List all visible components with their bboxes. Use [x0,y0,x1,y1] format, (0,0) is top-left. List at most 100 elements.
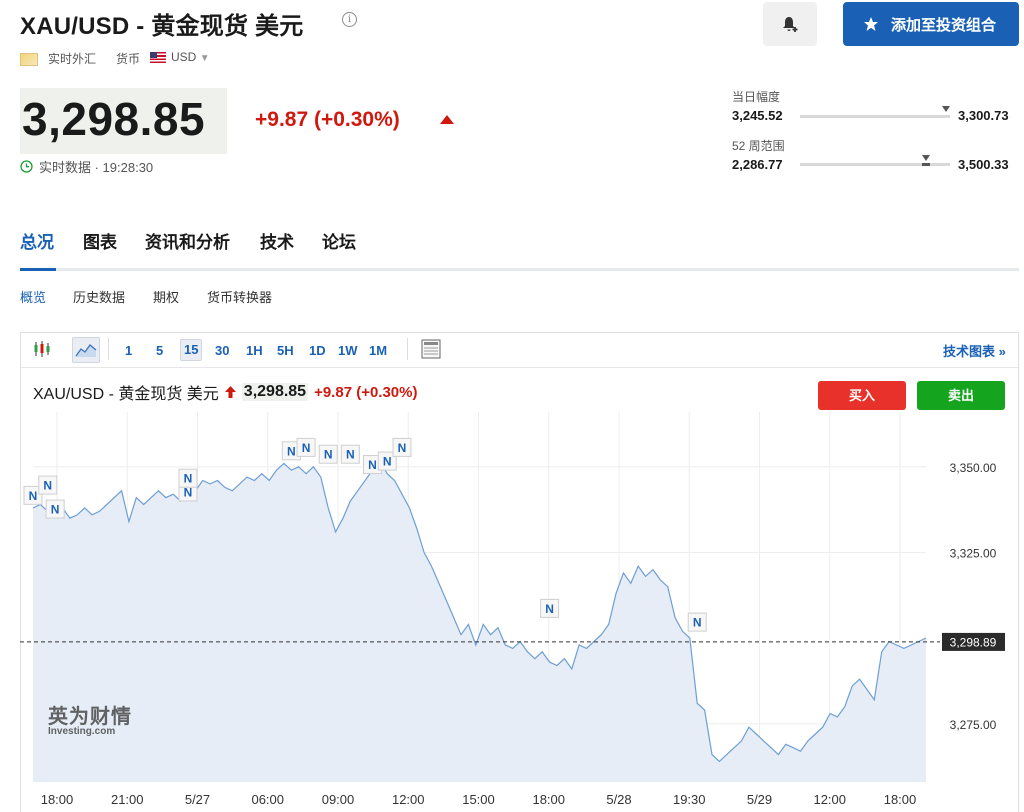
realtime-text: 实时数据 · 19:28:30 [39,160,154,175]
subnav-overview[interactable]: 概览 [20,287,46,306]
tab-news-analysis[interactable]: 资讯和分析 [145,228,230,253]
us-flag-icon [150,52,166,63]
tab-overview[interactable]: 总况 [20,228,54,253]
timeframe-1[interactable]: 1 [122,341,135,361]
add-to-portfolio-button[interactable]: 添加至投资组合 [843,2,1019,46]
day-range-fill [800,115,946,118]
watermark-cn: 英为财情 [48,706,132,728]
news-marker-label: N [693,616,702,630]
up-arrow-icon [440,115,454,124]
timeframe-15[interactable]: 15 [180,339,203,361]
news-marker-label: N [324,448,333,462]
x-tick-label: 21:00 [111,792,144,807]
market-flag-icon [20,53,38,66]
add-to-portfolio-label: 添加至投资组合 [891,16,997,34]
day-range-high: 3,300.73 [958,108,1009,123]
tab-forum[interactable]: 论坛 [322,228,356,253]
week52-range-bar [800,155,950,166]
page-title: XAU/USD - 黄金现货 美元 [20,13,304,40]
currency-value: USD [171,50,197,64]
x-tick-label: 19:30 [673,792,706,807]
tab-active-indicator [20,268,56,271]
week52-range-marker [922,155,930,161]
chevron-down-icon: ▼ [199,53,210,64]
week52-range-label: 52 周范围 [732,139,785,153]
realtime-status: 实时数据 · 19:28:30 [20,157,153,176]
x-tick-label: 5/29 [747,792,772,807]
last-price: 3,298.85 [22,93,206,145]
chart-change: +9.87 (+0.30%) [314,383,418,401]
tab-technical[interactable]: 技术 [260,228,294,253]
watermark-en: Investing.com [48,726,116,737]
day-range-marker [941,106,950,112]
x-tick-label: 5/27 [185,792,210,807]
market-type: 实时外汇 [48,52,97,66]
x-tick-label: 09:00 [322,792,355,807]
info-icon[interactable]: i [342,12,357,27]
y-tick-label: 3,325.00 [950,546,997,560]
y-tick-label: 3,275.00 [950,718,997,732]
x-tick-label: 18:00 [41,792,74,807]
timeframe-5[interactable]: 5 [153,341,166,361]
chart-title-text: XAU/USD - 黄金现货 美元 [33,386,219,403]
news-marker-label: N [383,455,392,469]
last-price-label: 3,298.89 [950,635,997,649]
x-tick-label: 12:00 [392,792,425,807]
area-chart-button[interactable] [72,337,100,363]
news-marker-label: N [368,458,377,472]
investing-watermark: 英为财情 Investing.com [48,700,132,737]
timeframe-30[interactable]: 30 [212,341,232,361]
week52-range-low: 2,286.77 [732,157,783,172]
news-marker-label: N [398,441,407,455]
currency-label: 货币 [116,52,141,66]
candlestick-chart-button[interactable] [32,338,54,365]
news-marker-label: N [43,479,52,493]
toolbar-divider [407,338,408,360]
buy-button[interactable]: 买入 [818,381,906,410]
timeframe-1d[interactable]: 1D [306,341,329,361]
day-range-label: 当日幅度 [732,90,781,104]
timeframe-1m[interactable]: 1M [366,341,390,361]
bell-plus-icon [783,17,798,32]
star-icon [864,17,878,31]
sell-button[interactable]: 卖出 [917,381,1005,410]
create-alert-button[interactable] [763,2,817,46]
x-tick-label: 18:00 [884,792,917,807]
news-marker-label: N [51,503,60,517]
day-range-bar [800,106,950,118]
news-marker-label: N [29,489,38,503]
chart-header-divider [21,367,1018,368]
news-marker-label: N [545,602,554,616]
x-tick-label: 18:00 [532,792,565,807]
x-tick-label: 12:00 [813,792,846,807]
toolbar-divider [108,338,109,360]
week52-range-current [922,163,930,166]
x-tick-label: 5/28 [606,792,631,807]
subnav-options[interactable]: 期权 [153,287,179,306]
news-marker-label: N [302,441,311,455]
timeframe-1w[interactable]: 1W [335,341,361,361]
candlestick-icon [34,341,50,357]
chart-title: XAU/USD - 黄金现货 美元 3,298.85 +9.87 (+0.30%… [33,380,417,404]
news-marker-label: N [346,448,355,462]
timeframe-5h[interactable]: 5H [274,341,297,361]
area-chart-icon [75,344,97,357]
price-area [33,460,926,782]
subnav-historical-data[interactable]: 历史数据 [73,287,125,306]
news-marker-label: N [184,472,193,486]
x-tick-label: 06:00 [251,792,284,807]
chart-data-window-button[interactable] [420,338,442,365]
timeframe-1h[interactable]: 1H [243,341,266,361]
technical-chart-link[interactable]: 技术图表 » [943,341,1006,360]
week52-range-high: 3,500.33 [958,157,1009,172]
news-marker-label: N [287,444,296,458]
tab-chart[interactable]: 图表 [83,228,117,253]
clock-icon [20,160,33,173]
data-window-icon [421,339,441,359]
currency-select[interactable]: USD ▼ [171,50,210,64]
x-tick-label: 15:00 [462,792,495,807]
price-chart[interactable]: 18:00 21:00 5/27 06:00 09:00 12:00 15:00 18:00 5… [20,412,1024,812]
subnav-currency-converter[interactable]: 货币转换器 [207,287,272,306]
y-tick-label: 3,350.00 [950,461,997,475]
up-arrow-icon [224,386,236,398]
